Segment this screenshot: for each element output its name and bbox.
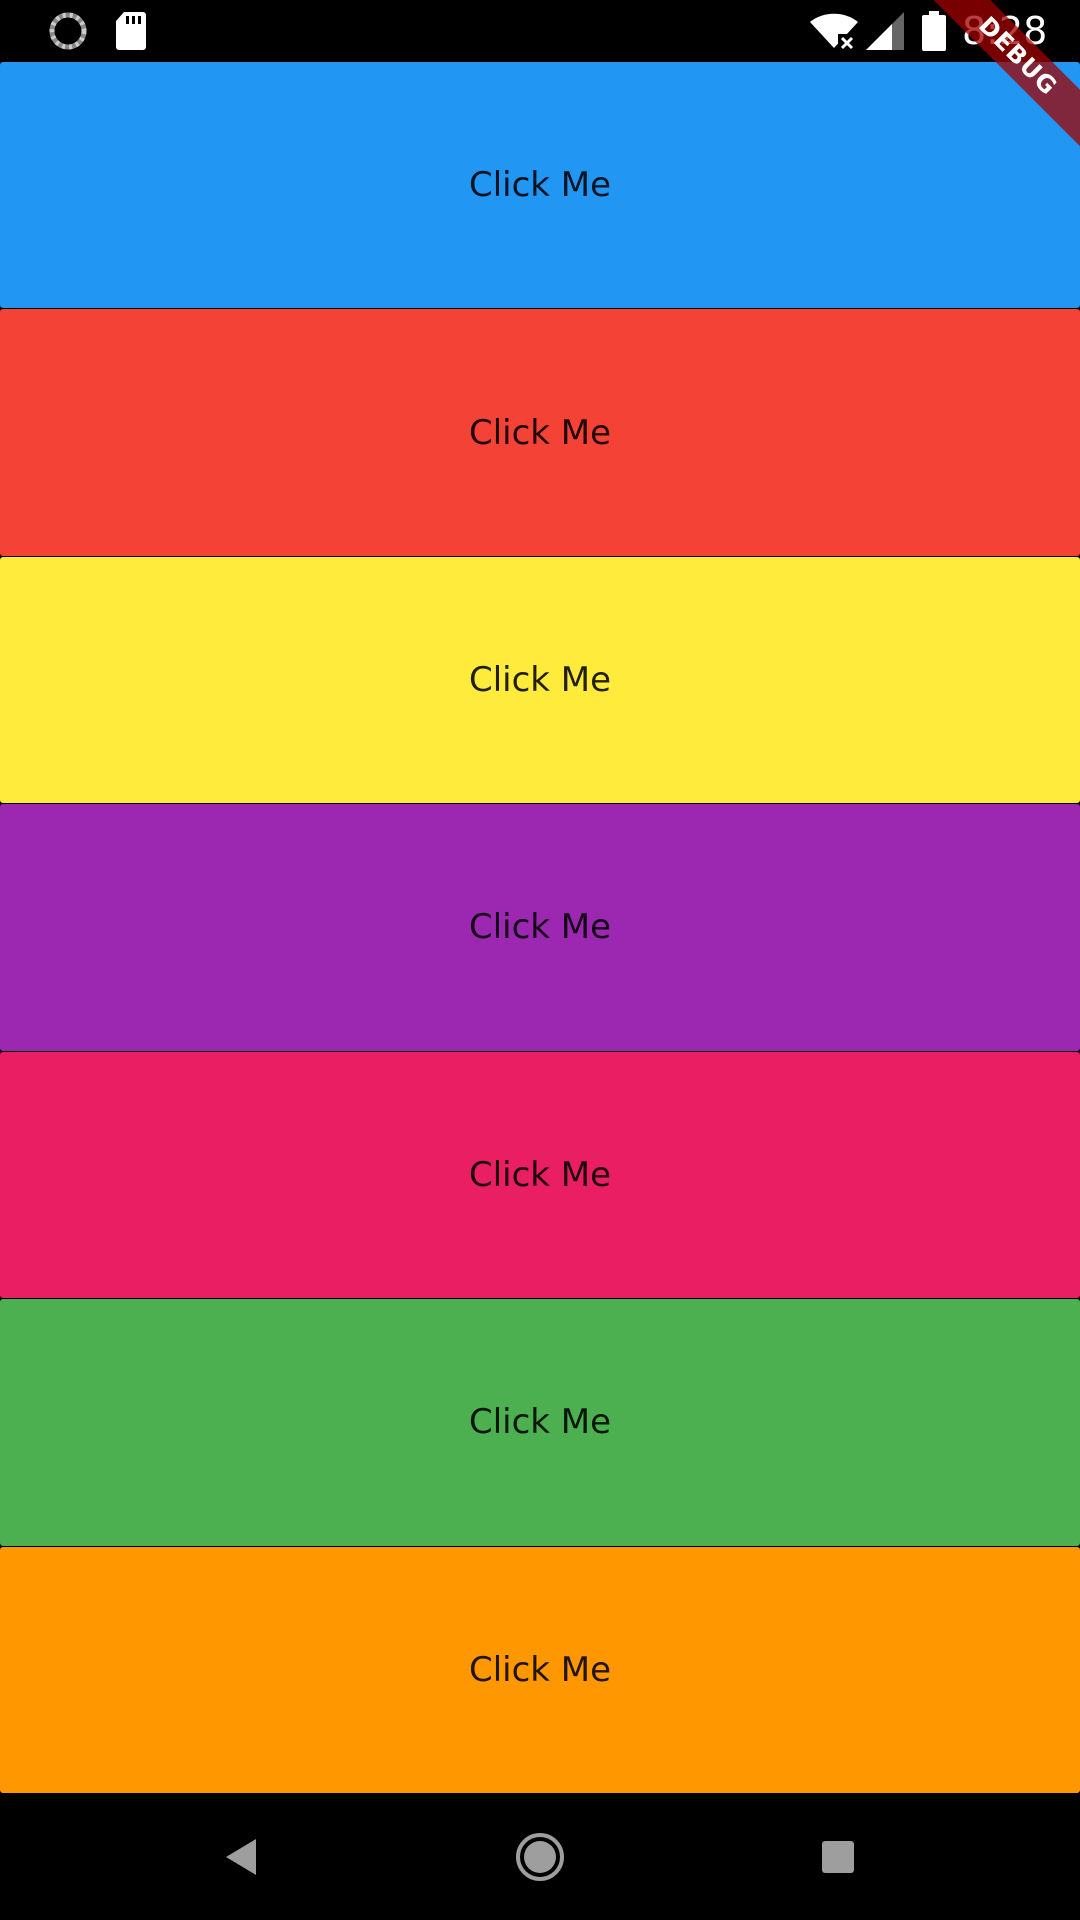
battery-icon <box>914 8 954 54</box>
button-label: Click Me <box>468 165 612 206</box>
button-label: Click Me <box>468 412 612 453</box>
recents-icon[interactable] <box>808 1827 868 1887</box>
button-label: Click Me <box>468 907 612 948</box>
click-me-button-green[interactable]: Click Me <box>0 1299 1080 1546</box>
button-list: Click Me Click Me Click Me Click Me Clic… <box>0 62 1080 1794</box>
loading-icon <box>45 8 91 54</box>
click-me-button-purple[interactable]: Click Me <box>0 804 1080 1051</box>
button-label: Click Me <box>468 1402 612 1443</box>
back-icon[interactable] <box>212 1827 272 1887</box>
button-label: Click Me <box>468 1154 612 1195</box>
wifi-off-icon <box>808 8 860 54</box>
status-time: 8:28 <box>962 9 1048 53</box>
sd-card-icon <box>108 8 154 54</box>
click-me-button-orange[interactable]: Click Me <box>0 1546 1080 1793</box>
click-me-button-yellow[interactable]: Click Me <box>0 556 1080 804</box>
button-label: Click Me <box>468 1649 612 1690</box>
cell-signal-icon <box>862 8 908 54</box>
click-me-button-blue[interactable]: Click Me <box>0 62 1080 309</box>
button-label: Click Me <box>468 660 612 701</box>
home-icon[interactable] <box>510 1827 570 1887</box>
click-me-button-red[interactable]: Click Me <box>0 309 1080 556</box>
click-me-button-pink[interactable]: Click Me <box>0 1051 1080 1299</box>
navigation-bar <box>0 1794 1080 1920</box>
status-bar: 8:28 <box>0 0 1080 62</box>
